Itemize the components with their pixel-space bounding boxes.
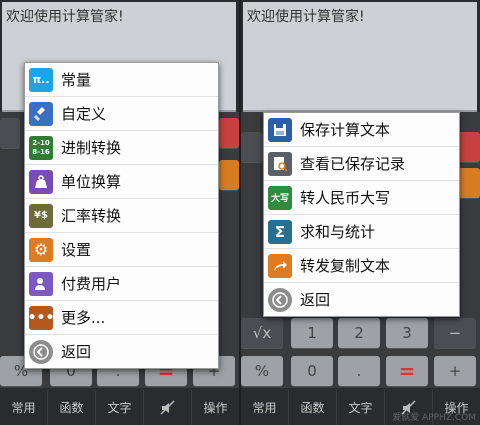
menu-item-constants[interactable]: π.. 常量 — [25, 63, 218, 97]
calculator-display[interactable]: 欢迎使用计算管家! — [243, 2, 477, 112]
popup-menu-tools: π.. 常量 自定义 2-108-16 进制转换 单位换算 ¥$ 汇率转换 ⚙ — [24, 62, 219, 369]
daxie-icon: 大写 — [268, 185, 292, 210]
mute-icon — [159, 399, 175, 415]
menu-item-label: 更多... — [61, 309, 106, 327]
menu-item-label: 查看已保存记录 — [300, 155, 406, 173]
display-text: 欢迎使用计算管家! — [6, 9, 124, 25]
menu-item-label: 常量 — [61, 71, 92, 89]
floppy-icon — [268, 117, 292, 142]
key-3[interactable]: 3 — [386, 318, 428, 348]
key-minus[interactable]: − — [434, 318, 476, 348]
share-icon — [268, 253, 292, 278]
tab-text[interactable]: 文字 — [337, 390, 385, 425]
tab-mute[interactable] — [144, 390, 192, 425]
menu-item-more[interactable]: ••• 更多... — [25, 301, 218, 335]
tab-common[interactable]: 常用 — [0, 390, 48, 425]
menu-item-label: 设置 — [61, 241, 92, 259]
menu-item-label: 自定义 — [61, 105, 107, 123]
clear-key-partial[interactable] — [219, 118, 239, 148]
tab-text[interactable]: 文字 — [96, 390, 144, 425]
menu-item-label: 求和与统计 — [300, 223, 376, 241]
menu-item-exchange-rate[interactable]: ¥$ 汇率转换 — [25, 199, 218, 233]
clear-key-partial[interactable] — [458, 132, 480, 162]
menu-item-unit-conversion[interactable]: 单位换算 — [25, 165, 218, 199]
menu-item-custom[interactable]: 自定义 — [25, 97, 218, 131]
gear-icon: ⚙ — [29, 237, 53, 262]
menu-item-save-text[interactable]: 保存计算文本 — [264, 113, 459, 147]
key-percent[interactable]: % — [241, 356, 283, 386]
broom-icon — [29, 101, 53, 126]
pi-icon: π.. — [29, 67, 53, 92]
menu-item-back[interactable]: 返回 — [25, 335, 218, 368]
menu-item-label: 单位换算 — [61, 173, 122, 191]
operator-key-partial[interactable] — [458, 168, 480, 198]
menu-item-label: 进制转换 — [61, 139, 122, 157]
more-icon: ••• — [28, 305, 54, 330]
base-convert-icon: 2-10 8-16 — [29, 135, 53, 160]
user-icon — [29, 271, 53, 296]
menu-item-share-copy[interactable]: 转发复制文本 — [264, 249, 459, 283]
menu-item-base-conversion[interactable]: 2-10 8-16 进制转换 — [25, 131, 218, 165]
menu-item-label: 返回 — [300, 291, 331, 309]
key-partial[interactable] — [0, 118, 20, 148]
weight-icon — [29, 169, 53, 194]
back-icon — [29, 339, 53, 364]
menu-item-view-saved[interactable]: 查看已保存记录 — [264, 147, 459, 181]
menu-item-label: 保存计算文本 — [300, 121, 391, 139]
menu-item-sum-statistics[interactable]: Σ 求和与统计 — [264, 215, 459, 249]
key-dot[interactable]: . — [338, 356, 380, 386]
tab-common[interactable]: 常用 — [241, 390, 289, 425]
bottom-tab-bar: 常用 函数 文字 操作 — [0, 390, 239, 425]
menu-item-label: 转发复制文本 — [300, 257, 391, 275]
document-search-icon — [268, 151, 292, 176]
back-icon — [268, 287, 292, 312]
menu-item-premium-user[interactable]: 付费用户 — [25, 267, 218, 301]
key-0[interactable]: 0 — [291, 356, 333, 386]
tab-actions[interactable]: 操作 — [192, 390, 239, 425]
menu-item-rmb-uppercase[interactable]: 大写 转人民币大写 — [264, 181, 459, 215]
sigma-icon: Σ — [268, 219, 292, 244]
key-sqrt[interactable]: √x — [241, 318, 283, 348]
menu-item-label: 返回 — [61, 343, 92, 361]
key-equals[interactable]: = — [386, 356, 428, 386]
key-plus[interactable]: + — [434, 356, 476, 386]
key-partial[interactable] — [241, 132, 263, 162]
menu-item-label: 付费用户 — [61, 275, 122, 293]
tab-functions[interactable]: 函数 — [48, 390, 96, 425]
menu-item-label: 转人民币大写 — [300, 189, 391, 207]
yen-dollar-icon: ¥$ — [29, 203, 53, 228]
watermark: 爱就爱 APPHZ.COM — [392, 413, 476, 423]
left-screen: 欢迎使用计算管家! % 0 . = + 常用 函数 文字 操作 π.. 常量 自… — [0, 0, 239, 425]
key-1[interactable]: 1 — [291, 318, 333, 348]
right-screen: 欢迎使用计算管家! √x 1 2 3 − % 0 . = + 常用 函数 文字 … — [241, 0, 480, 425]
menu-item-back[interactable]: 返回 — [264, 283, 459, 316]
operator-key-partial[interactable] — [219, 160, 239, 190]
key-2[interactable]: 2 — [338, 318, 380, 348]
tab-functions[interactable]: 函数 — [289, 390, 337, 425]
menu-item-label: 汇率转换 — [61, 207, 122, 225]
popup-menu-text-actions: 保存计算文本 查看已保存记录 大写 转人民币大写 Σ 求和与统计 转发复制文本 — [263, 112, 460, 317]
menu-item-settings[interactable]: ⚙ 设置 — [25, 233, 218, 267]
display-text: 欢迎使用计算管家! — [247, 9, 365, 25]
